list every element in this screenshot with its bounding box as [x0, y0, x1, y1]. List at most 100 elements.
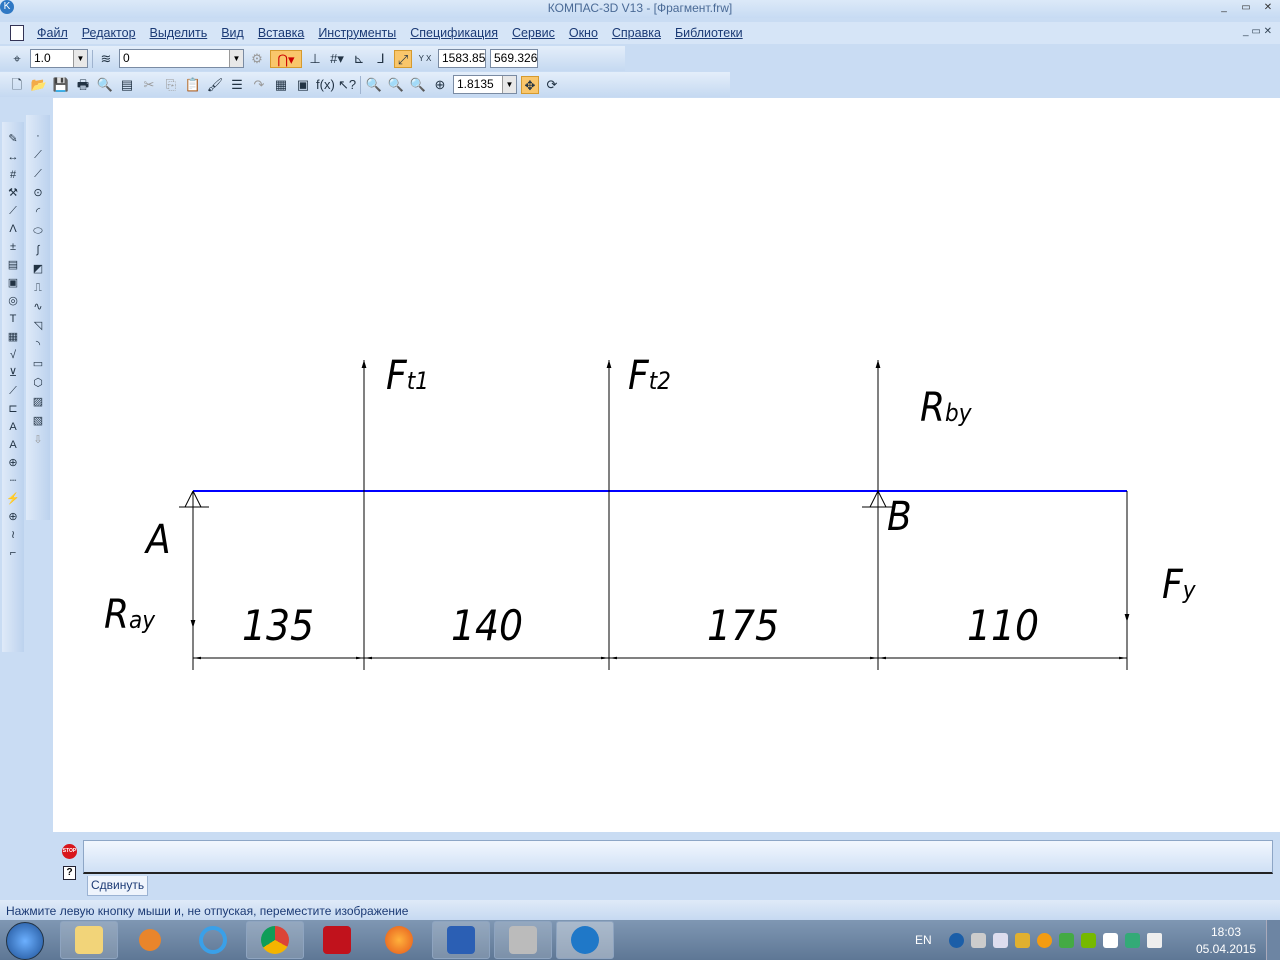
fill-icon[interactable]: ◩	[30, 262, 46, 277]
refresh-icon[interactable]: ⟳	[543, 76, 561, 94]
step-field[interactable]: 1.0 ▼	[30, 49, 88, 68]
point-icon[interactable]: ·	[30, 129, 46, 144]
drawing-canvas[interactable]: Ft1 Ft2 Rby B A Ray Fy 135 140 175 110	[53, 98, 1280, 832]
tab-move[interactable]: Сдвинуть	[87, 876, 149, 896]
menu-window[interactable]: Окно	[569, 26, 598, 40]
taskbar-firefox[interactable]	[370, 921, 428, 959]
language-indicator[interactable]: EN	[915, 933, 932, 947]
download-icon[interactable]	[948, 932, 964, 948]
taskbar-chrome[interactable]	[246, 921, 304, 959]
view-arrow-icon[interactable]: A	[5, 438, 21, 453]
orthogonal-mode-icon[interactable]: ⅃	[372, 50, 390, 68]
print-icon[interactable]: 🖶	[74, 76, 92, 94]
zoom-dynamic-icon[interactable]: 🔍	[409, 76, 427, 94]
lightning-icon[interactable]: ⚡	[5, 492, 21, 507]
grid-tool-icon[interactable]: #	[5, 168, 21, 183]
hatch-icon[interactable]: ▨	[30, 395, 46, 410]
doc-window-controls[interactable]: _ ▭ ✕	[1243, 26, 1272, 37]
menu-help[interactable]: Справка	[612, 26, 661, 40]
save-icon[interactable]: 💾	[52, 76, 70, 94]
chevron-down-icon[interactable]: ▼	[502, 76, 516, 93]
pan-icon[interactable]: ✥	[521, 75, 539, 94]
polyline-icon[interactable]: ⎍	[30, 281, 46, 296]
dimensions-tool-icon[interactable]: ↔	[5, 150, 21, 165]
base-icon[interactable]: ⊻	[5, 366, 21, 381]
print-preview-icon[interactable]: 🔍	[96, 76, 114, 94]
info-icon[interactable]	[992, 932, 1008, 948]
redo-icon[interactable]: ↷	[250, 76, 268, 94]
cut-line-icon[interactable]: ⊕	[5, 456, 21, 471]
network-icon[interactable]	[1124, 932, 1140, 948]
action-center-flag-icon[interactable]	[1102, 932, 1118, 948]
menu-insert[interactable]: Вставка	[258, 26, 304, 40]
break-line-icon[interactable]: ⌐	[5, 546, 21, 561]
roughness-icon[interactable]: √	[5, 348, 21, 363]
rectangle-icon[interactable]: ▭	[30, 357, 46, 372]
menu-edit[interactable]: Редактор	[82, 26, 136, 40]
show-desktop-button[interactable]	[1266, 920, 1280, 960]
variables-icon[interactable]: ▣	[294, 76, 312, 94]
leader-icon[interactable]: ⟋	[5, 384, 21, 399]
reports-tool-icon[interactable]: ▣	[5, 276, 21, 291]
menu-specification[interactable]: Спецификация	[410, 26, 498, 40]
aux-line-icon[interactable]: ⟋	[30, 148, 46, 163]
kompas-app-icon[interactable]: K	[0, 0, 14, 14]
menu-file[interactable]: Файл	[37, 26, 68, 40]
clock[interactable]: 18:03 05.04.2015	[1190, 924, 1262, 958]
zoom-field[interactable]: 1.8135 ▼	[453, 75, 517, 94]
paste-icon[interactable]: 📋	[184, 76, 202, 94]
center-mark-icon[interactable]: ⊕	[5, 510, 21, 525]
hammer-tool-icon[interactable]: ⚒	[5, 186, 21, 201]
menu-view[interactable]: Вид	[221, 26, 244, 40]
menu-tools[interactable]: Инструменты	[318, 26, 396, 40]
managers-icon[interactable]: ▤	[118, 76, 136, 94]
command-input[interactable]	[83, 840, 1273, 874]
help-icon[interactable]: ?	[63, 866, 76, 880]
cut-icon[interactable]: ✂	[140, 76, 158, 94]
taskbar-internet-explorer[interactable]	[184, 921, 242, 959]
minimize-button[interactable]: _	[1216, 2, 1232, 14]
nvidia-icon[interactable]	[1080, 932, 1096, 948]
parametrization-icon[interactable]: Λ	[5, 222, 21, 237]
text-tool-icon[interactable]: T	[5, 312, 21, 327]
chamfer-icon[interactable]: ◹	[30, 319, 46, 334]
measure-tool-icon[interactable]: ±	[5, 240, 21, 255]
spec-tool-icon[interactable]: ▤	[5, 258, 21, 273]
coord-y-field[interactable]: 569.326	[490, 49, 538, 68]
warning-icon[interactable]	[1014, 932, 1030, 948]
ortho-icon[interactable]: ⊥	[306, 50, 324, 68]
library-manager-icon[interactable]: ▦	[272, 76, 290, 94]
taskbar-explorer[interactable]	[60, 921, 118, 959]
taskbar-media-player[interactable]	[121, 921, 179, 959]
arc-icon[interactable]: ◜	[30, 205, 46, 220]
chevron-down-icon[interactable]: ▼	[229, 50, 243, 67]
taskbar-calculator[interactable]	[494, 921, 552, 959]
network-tool-icon[interactable]	[970, 932, 986, 948]
taskbar-acrobat[interactable]	[308, 921, 366, 959]
close-button[interactable]: ✕	[1260, 2, 1276, 14]
stop-icon[interactable]: STOP	[62, 844, 77, 859]
menu-libraries[interactable]: Библиотеки	[675, 26, 743, 40]
polygon-icon[interactable]: ⬡	[30, 376, 46, 391]
ellipse-icon[interactable]: ⬭	[30, 224, 46, 239]
open-folder-icon[interactable]: 📂	[30, 76, 48, 94]
properties-icon[interactable]: ⚙	[248, 50, 266, 68]
zoom-scale-icon[interactable]: ⊕	[431, 76, 449, 94]
round-coords-icon[interactable]: ⤢	[394, 49, 412, 68]
taskbar-word[interactable]	[432, 921, 490, 959]
taskbar-kompas[interactable]	[556, 921, 614, 959]
step-cursor-icon[interactable]: ⌖	[8, 50, 26, 68]
local-cs-icon[interactable]: ⊾	[350, 50, 368, 68]
volume-icon[interactable]	[1146, 932, 1162, 948]
grid-icon[interactable]: #▾	[328, 50, 346, 68]
chevron-down-icon[interactable]: ▼	[73, 50, 87, 67]
geometry-tool-icon[interactable]: ✎	[5, 132, 21, 147]
document-icon[interactable]	[10, 25, 24, 41]
collect-contour-icon[interactable]: ⇩	[30, 433, 46, 448]
axis-icon[interactable]: A	[5, 420, 21, 435]
format-brush-icon[interactable]: 🖌	[206, 76, 224, 94]
spline-icon[interactable]: ∫	[30, 243, 46, 258]
layer-field[interactable]: 0 ▼	[119, 49, 244, 68]
start-button[interactable]	[6, 922, 44, 960]
menu-service[interactable]: Сервис	[512, 26, 555, 40]
